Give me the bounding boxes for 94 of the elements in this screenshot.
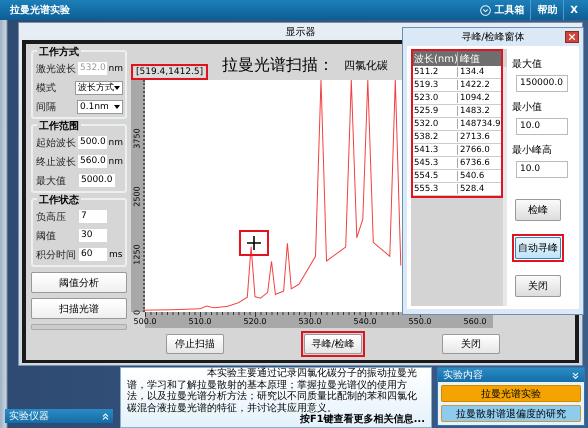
table-cell: 540.6 <box>457 171 501 181</box>
dropdown[interactable]: 波长方式 <box>75 80 123 94</box>
description-text: 本实验主要通过记录四氯化碳分子的振动拉曼光谱，学习和了解拉曼散射的基本原理；掌握拉曼光谱仪的使用方法，以及拉曼光谱分析方法；研究以不同质量比配制的苯和四氯化碳混合液拉曼光谱的特征，并讨论其应用意义。 <box>127 368 418 414</box>
unit-label: nm <box>108 138 123 148</box>
table-cell: 6736.6 <box>457 158 501 168</box>
side-button[interactable]: 扫描光谱 <box>31 298 127 319</box>
input-field[interactable]: 30 <box>79 229 107 242</box>
table-cell: 528.4 <box>457 184 501 194</box>
sample-name: 四氯化碳 <box>344 58 388 72</box>
action-button[interactable]: 停止扫描 <box>166 334 224 354</box>
table-cell-text: 555.3 <box>413 184 440 194</box>
table-cell: 2766.0 <box>457 145 501 155</box>
close-icon <box>569 34 575 40</box>
table-cell-text: 538.2 <box>413 132 440 142</box>
action-button[interactable]: 关闭 <box>515 275 561 297</box>
chevron-down-icon <box>480 4 492 16</box>
group-title: 工作范围 <box>37 119 81 133</box>
tick-label: 500.0 <box>134 317 156 326</box>
field-label: 最小值 <box>512 100 543 114</box>
double-chevron-down-icon <box>572 372 579 378</box>
table-cell: 134.4 <box>457 67 501 77</box>
input-field[interactable]: 60 <box>79 248 107 261</box>
instruments-panel-header[interactable]: 实验仪器 <box>5 409 113 423</box>
tick-label: 2500 <box>132 185 142 208</box>
input-field[interactable]: 500.0 <box>78 136 107 149</box>
tick-label: 550.0 <box>408 317 432 326</box>
field-label: 间隔 <box>36 100 57 114</box>
experiment-item[interactable]: 拉曼散射谱退偏度的研究 <box>441 405 581 422</box>
help-hint: 按F1键查看更多相关信息... <box>298 414 425 426</box>
table-cell-text: 523.0 <box>413 93 440 103</box>
field-label: 阈值 <box>36 230 57 242</box>
group-title: 工作方式 <box>37 45 81 59</box>
unit-label: nm <box>108 64 123 74</box>
dropdown[interactable]: 0.1nm <box>77 100 123 114</box>
help-button[interactable]: 帮助 <box>530 0 564 20</box>
window-title: 寻峰/检峰窗体 <box>461 30 525 44</box>
double-chevron-up-icon <box>102 412 109 420</box>
experiment-item[interactable]: 拉曼光谱实验 <box>441 385 581 402</box>
tick-label: 510.0 <box>188 317 212 326</box>
table-cell: 1422.2 <box>457 80 501 90</box>
scrollbar[interactable] <box>503 67 507 306</box>
app-title: 拉曼光谱实验 <box>10 3 70 17</box>
tick-label: 560.0 <box>464 317 486 326</box>
tick-label: 3750 <box>132 127 142 150</box>
tick-label: 540.0 <box>354 317 376 326</box>
cursor-readout: [519.4,1412.5] <box>134 67 206 77</box>
table-cell: 1483.2 <box>457 106 501 116</box>
field-label: 模式 <box>36 82 57 94</box>
field-label: 最大值 <box>512 58 543 71</box>
field-label: 起始波长 <box>36 136 76 150</box>
toolbox-button[interactable]: 工具箱 <box>474 0 530 20</box>
table-cell-text: 541.3 <box>413 145 440 155</box>
action-button[interactable]: 关闭 <box>442 334 500 354</box>
table-cell: 1094.2 <box>457 93 501 103</box>
field-label: 积分时间 <box>36 248 77 262</box>
table-cell-text: 554.5 <box>413 171 440 181</box>
field-label: 终止波长 <box>36 156 76 168</box>
table-cell: 148734.9 <box>457 119 501 129</box>
table-cell-text: 545.3 <box>413 158 440 168</box>
window-title: 显示器 <box>286 26 316 38</box>
input-field[interactable]: 10.0 <box>516 161 568 178</box>
crosshair-icon <box>247 236 261 250</box>
table-cell-text: 519.3 <box>413 80 440 90</box>
close-button[interactable]: X <box>563 0 584 20</box>
input-field[interactable]: 7 <box>79 210 107 223</box>
caret-icon <box>114 104 120 108</box>
table-cell-text: 525.9 <box>413 106 440 116</box>
tick-label: 1250 <box>132 243 142 266</box>
input-field[interactable]: 10.0 <box>516 118 568 135</box>
action-button[interactable]: 检峰 <box>515 199 561 221</box>
input-field[interactable]: 5000.0 <box>79 174 114 187</box>
table-cell-text: 511.2 <box>413 67 440 77</box>
field-label: 最小峰高 <box>512 144 553 157</box>
unit-label: ms <box>109 250 122 260</box>
table-cell: 2713.6 <box>457 132 501 142</box>
input-field[interactable]: 150000.0 <box>516 75 568 92</box>
caret-icon <box>114 86 120 90</box>
group-title: 工作状态 <box>37 193 81 207</box>
column-header: 波长(nm) <box>413 52 457 66</box>
panel-title: 实验仪器 <box>9 410 49 423</box>
tick-label: 530.0 <box>298 317 322 326</box>
field-label: 负高压 <box>36 210 67 224</box>
side-button[interactable]: 阈值分析 <box>31 272 127 293</box>
chart-title: 拉曼光谱扫描： <box>222 54 334 76</box>
input-field[interactable]: 560.0 <box>78 155 107 168</box>
tick-label: 520.0 <box>244 317 266 326</box>
field-label: 最大值 <box>36 174 67 188</box>
panel-title: 实验内容 <box>443 368 483 382</box>
table-cell-text: 532.0 <box>413 119 440 129</box>
unit-label: nm <box>108 156 123 166</box>
close-button[interactable] <box>565 31 579 43</box>
action-button[interactable]: 自动寻峰 <box>515 237 561 259</box>
action-button[interactable]: 寻峰/检峰 <box>304 334 362 354</box>
field-label: 激光波长 <box>36 62 76 76</box>
